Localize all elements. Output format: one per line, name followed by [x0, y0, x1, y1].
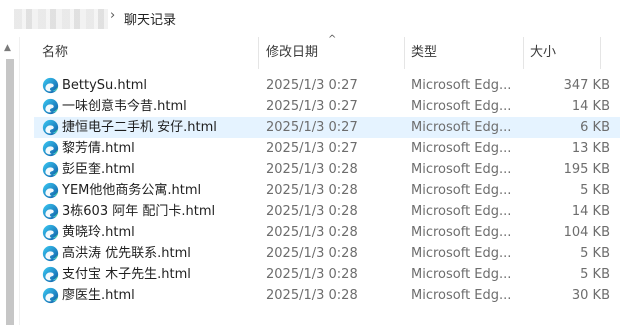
- column-header-name[interactable]: 名称: [42, 37, 68, 69]
- edge-html-icon: [42, 245, 59, 262]
- file-name: 彭臣奎.html: [62, 162, 135, 177]
- file-type: Microsoft Edg...: [411, 246, 512, 261]
- file-row[interactable]: 彭臣奎.html 2025/1/3 0:28 Microsoft Edg... 195…: [34, 159, 620, 180]
- column-header-type[interactable]: 类型: [411, 37, 437, 69]
- file-type: Microsoft Edg...: [411, 225, 512, 240]
- edge-html-icon: [42, 77, 59, 94]
- navigation-pane-edge: ▲: [0, 37, 20, 325]
- file-size: 6 KB: [580, 120, 610, 135]
- edge-html-icon: [42, 266, 59, 283]
- file-modified-date: 2025/1/3 0:27: [266, 141, 358, 156]
- file-name: 支付宝 木子先生.html: [62, 267, 191, 282]
- file-name: 一味创意韦今昔.html: [62, 99, 187, 114]
- file-row[interactable]: 3栋603 阿年 配门卡.html 2025/1/3 0:28 Microsoft …: [34, 201, 620, 222]
- file-type: Microsoft Edg...: [411, 141, 512, 156]
- edge-html-icon: [42, 140, 59, 157]
- file-type: Microsoft Edg...: [411, 162, 512, 177]
- file-size: 5 KB: [580, 246, 610, 261]
- file-row[interactable]: 廖医生.html 2025/1/3 0:28 Microsoft Edg... 30 …: [34, 285, 620, 306]
- file-name: YEM他他商务公寓.html: [62, 183, 202, 198]
- edge-html-icon: [42, 203, 59, 220]
- file-name: 黎芳倩.html: [62, 141, 135, 156]
- file-modified-date: 2025/1/3 0:27: [266, 120, 358, 135]
- file-row[interactable]: BettySu.html 2025/1/3 0:27 Microsoft Edg..…: [34, 75, 620, 96]
- file-row[interactable]: 捷恒电子二手机 安仔.html 2025/1/3 0:27 Microsoft Ed…: [34, 117, 620, 138]
- blurred-path-segment: [14, 9, 108, 29]
- file-name: 廖医生.html: [62, 288, 135, 303]
- edge-html-icon: [42, 224, 59, 241]
- column-divider[interactable]: [600, 37, 601, 69]
- file-modified-date: 2025/1/3 0:27: [266, 78, 358, 93]
- file-modified-date: 2025/1/3 0:28: [266, 246, 358, 261]
- file-size: 13 KB: [571, 141, 610, 156]
- file-type: Microsoft Edg...: [411, 120, 512, 135]
- column-divider[interactable]: [258, 37, 259, 69]
- file-size: 30 KB: [571, 288, 610, 303]
- file-modified-date: 2025/1/3 0:28: [266, 288, 358, 303]
- edge-html-icon: [42, 161, 59, 178]
- file-name: 黄晓玲.html: [62, 225, 135, 240]
- file-modified-date: 2025/1/3 0:28: [266, 183, 358, 198]
- file-row[interactable]: 黄晓玲.html 2025/1/3 0:28 Microsoft Edg... 104…: [34, 222, 620, 243]
- file-type: Microsoft Edg...: [411, 204, 512, 219]
- file-row[interactable]: 一味创意韦今昔.html 2025/1/3 0:27 Microsoft Edg..…: [34, 96, 620, 117]
- edge-html-icon: [42, 287, 59, 304]
- sort-ascending-icon: ^: [328, 34, 337, 45]
- file-name: 3栋603 阿年 配门卡.html: [62, 204, 216, 219]
- file-modified-date: 2025/1/3 0:28: [266, 204, 358, 219]
- file-row[interactable]: 高洪涛 优先联系.html 2025/1/3 0:28 Microsoft Edg.…: [34, 243, 620, 264]
- file-size: 104 KB: [563, 225, 610, 240]
- edge-html-icon: [42, 98, 59, 115]
- file-size: 195 KB: [563, 162, 610, 177]
- breadcrumb-current-folder[interactable]: 聊天记录: [124, 9, 176, 28]
- file-modified-date: 2025/1/3 0:28: [266, 267, 358, 282]
- column-header-size[interactable]: 大小: [530, 37, 556, 69]
- file-row[interactable]: YEM他他商务公寓.html 2025/1/3 0:28 Microsoft Edg…: [34, 180, 620, 201]
- file-size: 14 KB: [571, 99, 610, 114]
- scrollbar-thumb[interactable]: [6, 59, 14, 325]
- file-modified-date: 2025/1/3 0:28: [266, 225, 358, 240]
- file-type: Microsoft Edg...: [411, 183, 512, 198]
- file-type: Microsoft Edg...: [411, 99, 512, 114]
- file-name: 高洪涛 优先联系.html: [62, 246, 191, 261]
- chevron-right-icon[interactable]: ›: [110, 8, 115, 23]
- file-type: Microsoft Edg...: [411, 288, 512, 303]
- file-modified-date: 2025/1/3 0:27: [266, 99, 358, 114]
- file-name: BettySu.html: [62, 78, 148, 93]
- file-type: Microsoft Edg...: [411, 267, 512, 282]
- column-header: 名称 ^ 修改日期 类型 大小: [20, 34, 626, 69]
- file-row[interactable]: 支付宝 木子先生.html 2025/1/3 0:28 Microsoft Edg.…: [34, 264, 620, 285]
- file-size: 14 KB: [571, 204, 610, 219]
- file-size: 5 KB: [580, 267, 610, 282]
- file-name: 捷恒电子二手机 安仔.html: [62, 120, 217, 135]
- file-size: 5 KB: [580, 183, 610, 198]
- scroll-up-arrow-icon[interactable]: ▲: [4, 43, 11, 53]
- column-header-date[interactable]: 修改日期: [266, 37, 318, 69]
- file-type: Microsoft Edg...: [411, 78, 512, 93]
- edge-html-icon: [42, 182, 59, 199]
- edge-html-icon: [42, 119, 59, 136]
- column-divider[interactable]: [404, 37, 405, 69]
- file-modified-date: 2025/1/3 0:28: [266, 162, 358, 177]
- column-divider[interactable]: [523, 37, 524, 69]
- address-breadcrumb[interactable]: › 聊天记录: [0, 0, 626, 37]
- file-row[interactable]: 黎芳倩.html 2025/1/3 0:27 Microsoft Edg... 13 …: [34, 138, 620, 159]
- file-size: 347 KB: [563, 78, 610, 93]
